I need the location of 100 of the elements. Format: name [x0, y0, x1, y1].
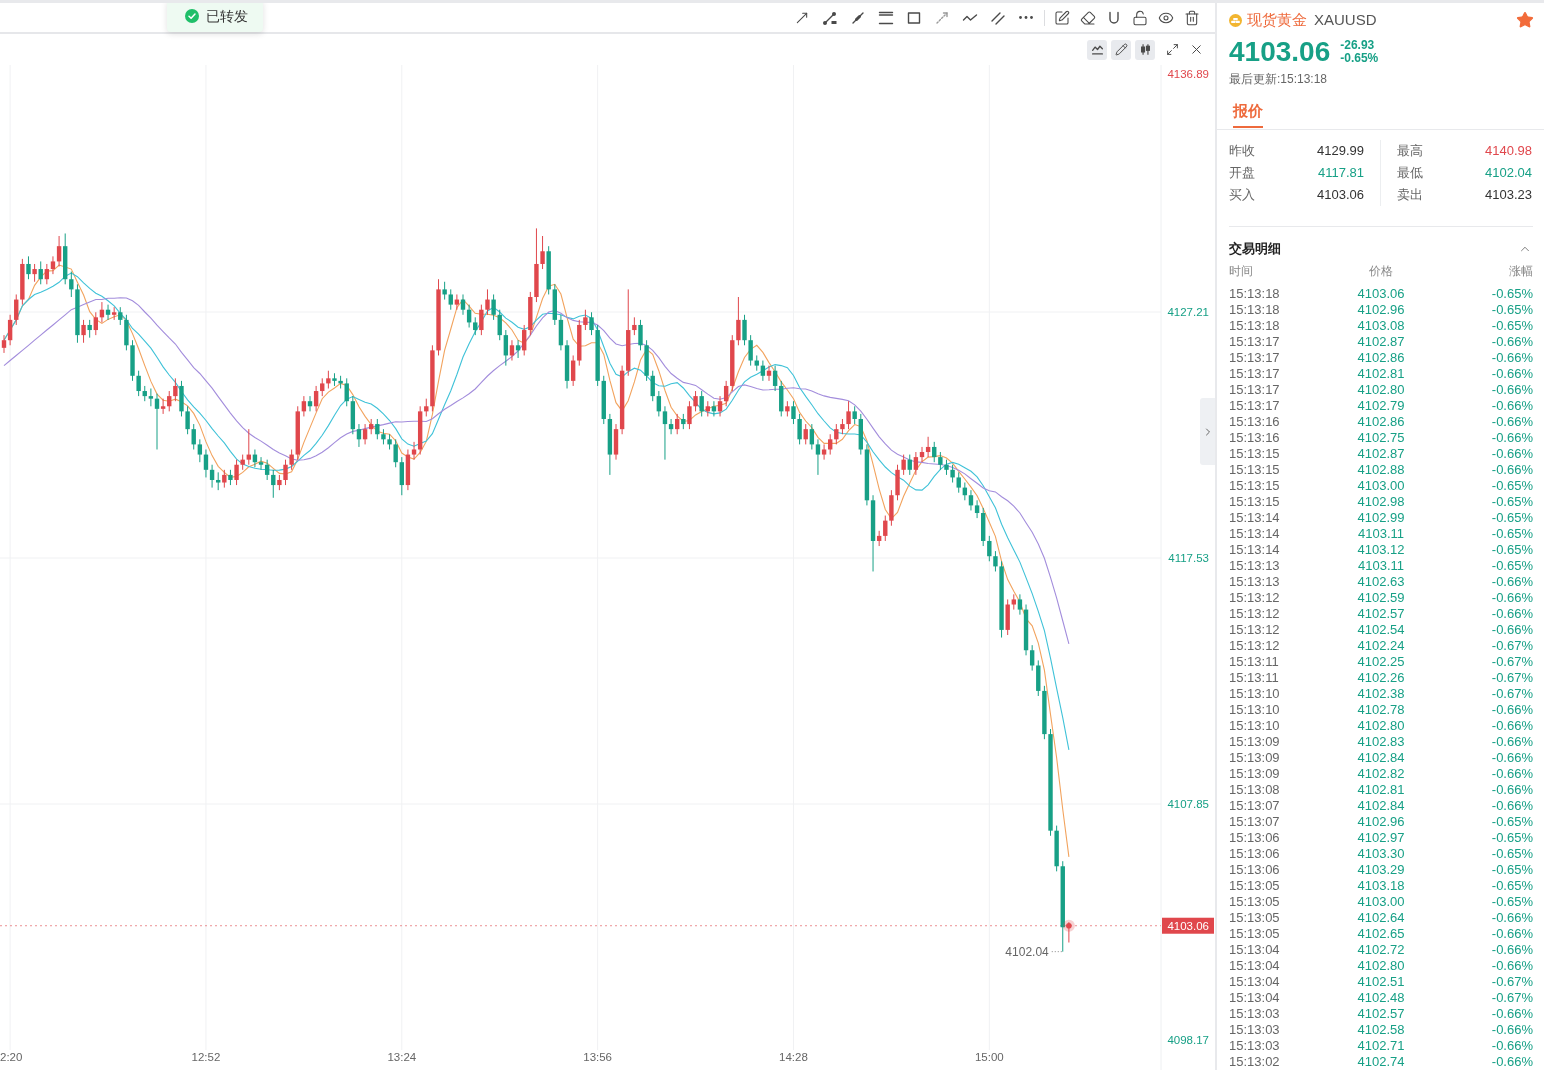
time-axis-label: 15:00	[974, 1051, 1004, 1063]
trade-time: 15:13:18	[1229, 318, 1281, 334]
time-axis-label: 13:56	[583, 1051, 613, 1063]
star-icon[interactable]	[1516, 11, 1534, 29]
trade-change: -0.65%	[1490, 830, 1533, 846]
eraser-icon	[1080, 9, 1096, 26]
trade-price: 4102.25	[1356, 654, 1406, 670]
stat-value: 4129.99	[1317, 142, 1364, 161]
trade-change: -0.67%	[1490, 686, 1533, 702]
trade-change: -0.66%	[1490, 782, 1533, 798]
trade-price: 4102.58	[1356, 1022, 1406, 1038]
trade-change: -0.66%	[1490, 334, 1533, 350]
trade-time: 15:13:17	[1229, 398, 1281, 414]
trade-price: 4102.74	[1356, 1054, 1406, 1070]
ref-line-label: 4103.06	[1167, 919, 1209, 932]
more-icon	[1019, 16, 1033, 19]
stat-label: 昨收	[1229, 142, 1255, 161]
column-header: 价格	[1368, 263, 1394, 280]
price-axis-label: 4117.53	[1168, 552, 1209, 564]
trade-time: 15:13:05	[1229, 926, 1281, 942]
unlock-icon	[1132, 9, 1148, 26]
trash-icon	[1184, 9, 1200, 26]
trade-price: 4102.71	[1356, 1038, 1406, 1054]
chart-type-button[interactable]	[1135, 39, 1155, 60]
price-axis-label: 4098.17	[1167, 1034, 1209, 1046]
stat-label: 开盘	[1229, 164, 1255, 183]
trade-price: 4102.48	[1356, 990, 1406, 1006]
trade-price: 4102.80	[1356, 382, 1406, 398]
price-change-percent: -0.65%	[1340, 52, 1379, 65]
trade-time: 15:13:05	[1229, 894, 1281, 910]
last-updated: 最后更新:15:13:18	[1229, 71, 1329, 87]
trade-price: 4102.65	[1356, 926, 1406, 942]
dashed-arrow-icon	[934, 9, 950, 26]
draw-button[interactable]	[1111, 39, 1131, 60]
trade-change: -0.66%	[1490, 606, 1533, 622]
trade-change: -0.67%	[1490, 638, 1533, 654]
trade-price: 4102.24	[1356, 638, 1406, 654]
trade-time: 15:13:16	[1229, 414, 1281, 430]
trade-change: -0.66%	[1490, 1022, 1533, 1038]
trade-time: 15:13:07	[1229, 798, 1281, 814]
trade-change: -0.66%	[1490, 766, 1533, 782]
toast-message: 已转发	[206, 7, 248, 25]
rectangle-icon	[906, 9, 922, 26]
trade-time: 15:13:04	[1229, 958, 1281, 974]
indicator-button[interactable]	[1087, 39, 1107, 60]
trade-change: -0.66%	[1490, 910, 1533, 926]
trade-price: 4102.63	[1356, 574, 1406, 590]
trade-change: -0.66%	[1490, 958, 1533, 974]
low-price-label: 4102.04	[1005, 944, 1063, 959]
trade-price: 4102.97	[1356, 830, 1406, 846]
trade-time: 15:13:05	[1229, 878, 1281, 894]
time-axis-label: 13:24	[387, 1051, 417, 1063]
time-axis-label: 14:28	[779, 1051, 808, 1063]
stat-label: 最低	[1397, 164, 1423, 183]
trade-change: -0.66%	[1490, 622, 1533, 638]
trade-change: -0.66%	[1490, 414, 1533, 430]
trade-time: 15:13:14	[1229, 526, 1281, 542]
trade-time: 15:13:03	[1229, 1022, 1281, 1038]
trade-change: -0.65%	[1490, 846, 1533, 862]
trade-time: 15:13:09	[1229, 734, 1281, 750]
trade-time: 15:13:17	[1229, 350, 1281, 366]
trade-time: 15:13:17	[1229, 366, 1281, 382]
trade-price: 4102.78	[1356, 702, 1406, 718]
trade-price: 4102.81	[1356, 366, 1406, 382]
trade-time: 15:13:03	[1229, 1006, 1281, 1022]
trade-price: 4103.11	[1357, 558, 1405, 574]
trade-time: 15:13:06	[1229, 830, 1281, 846]
price-axis-label: 4136.89	[1167, 68, 1209, 80]
trade-time: 15:13:17	[1229, 382, 1281, 398]
last-price: 4103.06	[1229, 38, 1331, 66]
trade-time: 15:13:16	[1229, 430, 1281, 446]
trade-time: 15:13:12	[1229, 638, 1281, 654]
trade-price: 4102.86	[1356, 350, 1406, 366]
trade-change: -0.66%	[1490, 718, 1533, 734]
time-axis-label: 12:52	[191, 1051, 221, 1063]
trade-price: 4103.11	[1357, 526, 1405, 542]
trade-time: 15:13:09	[1229, 766, 1281, 782]
trade-price: 4102.54	[1356, 622, 1406, 638]
trade-time: 15:13:05	[1229, 910, 1281, 926]
trade-time: 15:13:13	[1229, 558, 1281, 574]
trade-price: 4102.72	[1356, 942, 1406, 958]
price-axis-label: 4127.21	[1167, 306, 1209, 318]
trade-change: -0.65%	[1490, 878, 1533, 894]
tab[interactable]: 报价	[1233, 95, 1263, 129]
trade-price: 4103.29	[1356, 862, 1406, 878]
trade-price: 4102.38	[1356, 686, 1406, 702]
trade-change: -0.66%	[1490, 462, 1533, 478]
trade-change: -0.65%	[1490, 542, 1533, 558]
horizontal-lines-icon	[878, 9, 894, 26]
column-header: 时间	[1229, 263, 1254, 280]
pulse-dot-icon	[1062, 919, 1075, 932]
magnet-icon	[1106, 9, 1122, 26]
stat-label: 最高	[1397, 142, 1423, 161]
trade-price: 4102.81	[1356, 782, 1406, 798]
trade-time: 15:13:15	[1229, 462, 1281, 478]
trade-time: 15:13:15	[1229, 494, 1281, 510]
trade-time: 15:13:06	[1229, 862, 1281, 878]
trade-change: -0.66%	[1490, 446, 1533, 462]
stat-value: 4102.04	[1485, 164, 1532, 183]
trade-price: 4102.84	[1356, 750, 1406, 766]
